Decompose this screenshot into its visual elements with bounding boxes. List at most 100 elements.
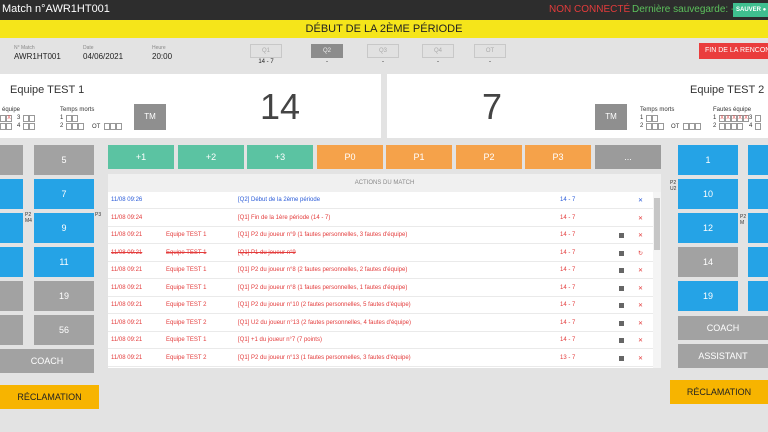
player-button[interactable]: [0, 281, 23, 311]
timeouts-label-left: Temps morts: [60, 107, 95, 113]
action-p1-button[interactable]: P1: [386, 145, 452, 169]
score-right: 7: [482, 86, 503, 127]
edit-icon[interactable]: [619, 233, 624, 238]
log-description: [Q1] U2 du joueur n°13 (2 fautes personn…: [238, 319, 411, 326]
delete-icon[interactable]: ✕: [638, 337, 643, 344]
delete-icon[interactable]: ✕: [638, 215, 643, 222]
timeout-row-label: 2: [640, 123, 644, 129]
delete-icon[interactable]: ✕: [638, 302, 643, 309]
edit-icon[interactable]: [619, 320, 624, 326]
timeout-box[interactable]: [78, 123, 84, 130]
reclamation-button-left[interactable]: RÉCLAMATION: [0, 385, 99, 409]
assistant-button-right[interactable]: ASSISTANT: [678, 344, 768, 368]
foul-box[interactable]: [755, 123, 761, 130]
action-p0-button[interactable]: P0: [317, 145, 383, 169]
log-description: [Q1] P2 du joueur n°13 (1 fautes personn…: [238, 354, 411, 361]
player-button-1[interactable]: 1: [678, 145, 738, 175]
player-button[interactable]: [0, 315, 23, 345]
score-left: 14: [260, 86, 301, 127]
player-button[interactable]: [748, 179, 768, 209]
delete-icon[interactable]: ✕: [638, 232, 643, 239]
log-team: Equipe TEST 1: [166, 337, 207, 343]
player-button[interactable]: [748, 145, 768, 175]
player-button[interactable]: [0, 145, 23, 175]
save-button[interactable]: SAUVER ●: [733, 3, 768, 17]
player-button-5[interactable]: 5: [34, 145, 94, 175]
player-button[interactable]: [748, 213, 768, 243]
foul-box[interactable]: [6, 123, 12, 130]
foul-box[interactable]: [755, 115, 761, 122]
action-plus2-button[interactable]: +2: [178, 145, 244, 169]
foul-box[interactable]: [29, 123, 35, 130]
log-time: 11/08 09:26: [111, 197, 143, 203]
player-button-7[interactable]: 7: [34, 179, 94, 209]
player-button-19[interactable]: 19: [34, 281, 94, 311]
reclamation-button-right[interactable]: RÉCLAMATION: [670, 380, 768, 404]
log-team: Equipe TEST 2: [166, 354, 207, 361]
coach-button-right[interactable]: COACH: [678, 316, 768, 340]
log-score: 13 - 7: [560, 354, 576, 361]
timeout-box[interactable]: [658, 123, 664, 130]
timeout-row-label: 2: [60, 123, 64, 129]
quarter-tab-q3[interactable]: Q3: [367, 44, 399, 58]
player-button[interactable]: [0, 213, 23, 243]
quarter-score-q1: 14 - 7: [258, 59, 274, 65]
foul-row-label: 2: [713, 123, 717, 129]
action-p3-button[interactable]: P3: [525, 145, 591, 169]
timeout-box[interactable]: [116, 123, 122, 130]
restore-icon[interactable]: ↻: [638, 250, 643, 257]
log-time: 11/08 09:24: [111, 214, 143, 221]
delete-icon[interactable]: ✕: [638, 320, 643, 327]
delete-icon[interactable]: ✕: [638, 267, 643, 274]
timeout-box[interactable]: [72, 115, 78, 122]
action-p2-button[interactable]: P2: [456, 145, 522, 169]
player-button-11[interactable]: 11: [34, 247, 94, 277]
delete-icon[interactable]: ✕: [638, 197, 643, 204]
player-button-9[interactable]: 9: [34, 213, 94, 243]
foul-row-label: 4: [17, 123, 21, 129]
edit-icon[interactable]: [619, 285, 624, 291]
quarter-tab-q2[interactable]: Q2: [311, 44, 343, 58]
timeout-box[interactable]: [695, 123, 701, 130]
player-button[interactable]: [748, 281, 768, 311]
quarter-tab-q1[interactable]: Q1: [250, 44, 282, 58]
quarter-tab-ot[interactable]: OT: [474, 44, 506, 58]
timeout-button-right[interactable]: TM: [595, 104, 627, 130]
date-label: Date: [83, 45, 94, 51]
player-button[interactable]: [748, 247, 768, 277]
log-scroll-thumb[interactable]: [654, 198, 660, 250]
quarter-score-q2: -: [326, 59, 328, 65]
end-game-button[interactable]: FIN DE LA RENCONTRE: [699, 43, 768, 59]
foul-box[interactable]: X: [6, 115, 12, 122]
edit-icon[interactable]: [619, 303, 624, 308]
player-button-14[interactable]: 14: [678, 247, 738, 277]
time-value: 20:00: [152, 52, 173, 61]
action-more-button[interactable]: ...: [595, 145, 661, 169]
player-button-12[interactable]: 12: [678, 213, 738, 243]
delete-icon[interactable]: ✕: [638, 285, 643, 292]
log-description: [Q1] P1 du joueur n°9: [238, 249, 296, 256]
log-time: 11/08 09:21: [111, 232, 143, 238]
edit-icon[interactable]: [619, 338, 624, 343]
player-button[interactable]: [0, 179, 23, 209]
coach-button-left[interactable]: COACH: [0, 349, 94, 373]
foul-box[interactable]: [29, 115, 35, 122]
log-description: [Q1] P2 du joueur n°8 (2 fautes personne…: [238, 267, 408, 273]
date-value: 04/06/2021: [83, 52, 124, 61]
delete-icon[interactable]: ✕: [638, 355, 643, 362]
timeout-button-left[interactable]: TM: [134, 104, 166, 130]
player-button-10[interactable]: 10: [678, 179, 738, 209]
action-plus1-button[interactable]: +1: [108, 145, 174, 169]
action-plus3-button[interactable]: +3: [247, 145, 313, 169]
player-button-56[interactable]: 56: [34, 315, 94, 345]
foul-box[interactable]: [737, 123, 743, 130]
player-button-19[interactable]: 19: [678, 281, 738, 311]
player-button[interactable]: [0, 247, 23, 277]
quarter-tab-q4[interactable]: Q4: [422, 44, 454, 58]
edit-icon[interactable]: [619, 355, 624, 361]
match-actions-log: ACTIONS DU MATCH 11/08 09:26 [Q2] Début d…: [108, 174, 661, 368]
team-fouls-label-left: équipe: [2, 107, 21, 113]
timeout-box[interactable]: [652, 115, 658, 122]
edit-icon[interactable]: [619, 250, 624, 256]
edit-icon[interactable]: [619, 268, 624, 273]
